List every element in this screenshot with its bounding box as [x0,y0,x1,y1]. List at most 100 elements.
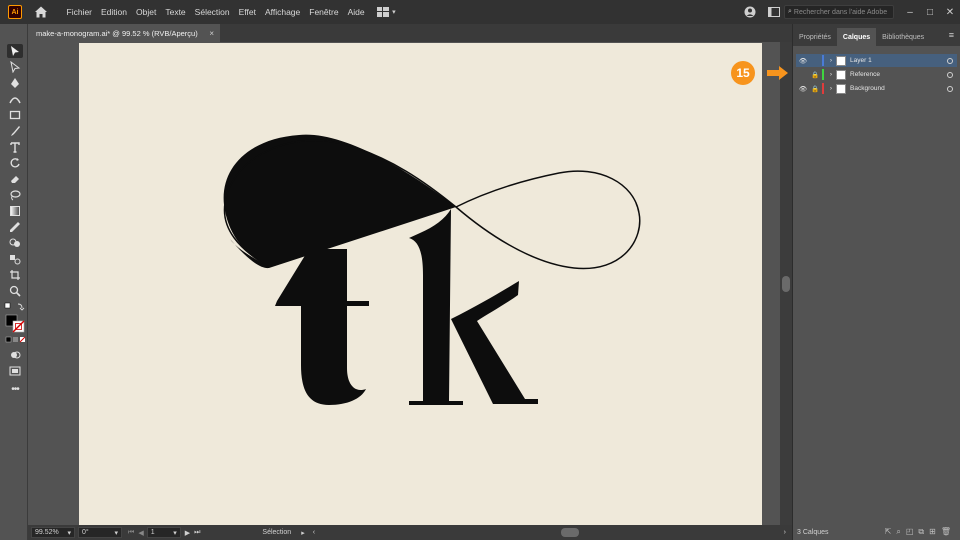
lock-icon[interactable]: 🔒 [810,85,820,93]
export-icon[interactable]: ⇱ [885,527,892,537]
locate-object-icon[interactable]: ⌕ [896,527,900,537]
color-mode-icons [5,336,26,343]
vertical-scrollbar[interactable] [780,42,792,525]
menu-item-1[interactable]: Fichier [62,7,97,17]
artboard-tool[interactable] [7,268,23,282]
menu-item-8[interactable]: Fenêtre [305,7,343,17]
menu-item-9[interactable]: Aide [343,7,369,17]
zoom-tool[interactable] [7,284,23,298]
menu-item-4[interactable]: Texte [161,7,190,17]
new-layer-icon[interactable]: ⊞ [929,527,936,537]
lasso-tool[interactable] [7,188,23,202]
expand-arrow-icon[interactable]: › [826,71,836,78]
layer-row[interactable]: 🔒 › Reference [796,68,957,81]
rotation-field[interactable]: 0° ▾ [78,527,122,538]
type-tool[interactable] [7,140,23,154]
paintbrush-tool[interactable] [7,124,23,138]
clipping-mask-icon[interactable]: ◰ [906,527,914,537]
prev-artboard-button[interactable]: ◀ [138,529,143,537]
gradient-tool[interactable] [7,204,23,218]
last-artboard-button[interactable]: ⏭ [194,529,200,537]
eraser-icon [11,176,19,183]
minimize-button[interactable]: – [900,7,920,18]
scroll-right-arrow[interactable]: › [784,529,786,536]
rotation-value: 0° [82,529,89,536]
color-modes[interactable] [5,336,26,344]
chevron-down-icon: ▾ [173,529,177,537]
menu-item-6[interactable]: Effet [234,7,260,17]
scroll-left-arrow[interactable]: ‹ [313,529,315,536]
draw-mode-button[interactable] [7,348,23,362]
pen-tool[interactable] [7,76,23,90]
expand-arrow-icon[interactable]: › [826,85,836,92]
artboard-icon [10,270,20,280]
target-circle-icon[interactable] [947,85,953,92]
layer-thumbnail [836,69,846,80]
eraser-tool[interactable] [7,172,23,186]
artboard-number-field[interactable]: 1 ▾ [146,527,181,538]
close-window-button[interactable]: ✕ [940,7,960,18]
layer-color-bar [822,83,824,94]
workspace-switcher[interactable]: ▾ [377,7,396,17]
zoom-value: 99.52% [35,529,59,536]
rotate-tool[interactable] [7,156,23,170]
curvature-icon [9,97,21,104]
visibility-eye-icon[interactable]: 👁 [796,57,810,65]
new-sublayer-icon[interactable]: ⧉ [918,527,924,537]
lock-icon[interactable]: 🔒 [810,71,820,79]
curvature-tool[interactable] [7,92,23,106]
selection-tool[interactable] [7,44,23,58]
rectangle-tool[interactable] [7,108,23,122]
visibility-eye-icon[interactable]: 👁 [796,85,810,93]
artboard[interactable] [79,43,762,525]
expand-arrow-icon[interactable]: › [826,57,836,64]
layer-thumbnail [836,55,846,66]
canvas[interactable] [28,42,780,525]
chevron-down-icon: ▾ [114,529,118,537]
direct-selection-tool[interactable] [7,60,23,74]
callout-arrow-icon [767,66,788,80]
help-search-input[interactable]: ⌕ Rechercher dans l'aide Adobe [784,5,894,19]
home-icon[interactable] [34,5,48,19]
layers-panel: Propriétés Calques Bibliothèques ≡ 👁 › Layer… [792,24,960,540]
delete-layer-icon[interactable]: 🗑 [941,527,951,537]
first-artboard-button[interactable]: ⏮ [128,529,134,537]
blend-tool[interactable] [7,252,23,266]
document-tab-title: make-a-monogram.ai* @ 99.52 % (RVB/Aperç… [36,28,198,38]
default-colors-swatch[interactable] [4,302,26,312]
status-menu-arrow[interactable]: ▸ [301,529,305,537]
document-tab[interactable]: make-a-monogram.ai* @ 99.52 % (RVB/Aperç… [28,24,220,42]
target-circle-icon[interactable] [947,71,953,78]
eyedropper-tool[interactable] [7,220,23,234]
monogram-artwork[interactable] [79,43,762,525]
menu-item-3[interactable]: Objet [132,7,161,17]
horizontal-scroll-thumb[interactable] [561,528,579,537]
panel-tab-2[interactable]: Calques [836,28,877,46]
panel-tab-1[interactable]: Propriétés [793,28,837,46]
menu-item-2[interactable]: Edition [97,7,132,17]
screen-mode-button[interactable] [7,364,23,378]
type-icon [10,142,20,153]
shape-builder-tool[interactable] [7,236,23,250]
fill-stroke-icon [5,314,25,333]
fill-stroke-swatches[interactable] [4,314,26,334]
menu-item-7[interactable]: Affichage [260,7,304,17]
panel-menu-icon[interactable]: ≡ [949,30,954,40]
edit-toolbar-button[interactable]: ••• [7,382,23,396]
pen-icon [11,78,19,88]
target-circle-icon[interactable] [947,57,953,64]
panel-tab-3[interactable]: Bibliothèques [876,28,930,46]
panel-toggle-icon[interactable] [768,7,780,17]
zoom-field[interactable]: 99.52% ▾ [31,527,75,538]
next-artboard-button[interactable]: ▶ [185,529,190,537]
close-tab-icon[interactable]: × [209,29,214,38]
zoom-icon [9,285,21,297]
menu-item-5[interactable]: Sélection [190,7,234,17]
layer-row[interactable]: 👁 🔒 › Background [796,82,957,95]
maximize-button[interactable]: □ [920,7,940,18]
blend-icon [10,255,21,265]
layer-row[interactable]: 👁 › Layer 1 [796,54,957,67]
vertical-scroll-thumb[interactable] [782,276,790,292]
account-icon[interactable] [744,6,756,18]
search-placeholder: Rechercher dans l'aide Adobe [793,8,888,16]
